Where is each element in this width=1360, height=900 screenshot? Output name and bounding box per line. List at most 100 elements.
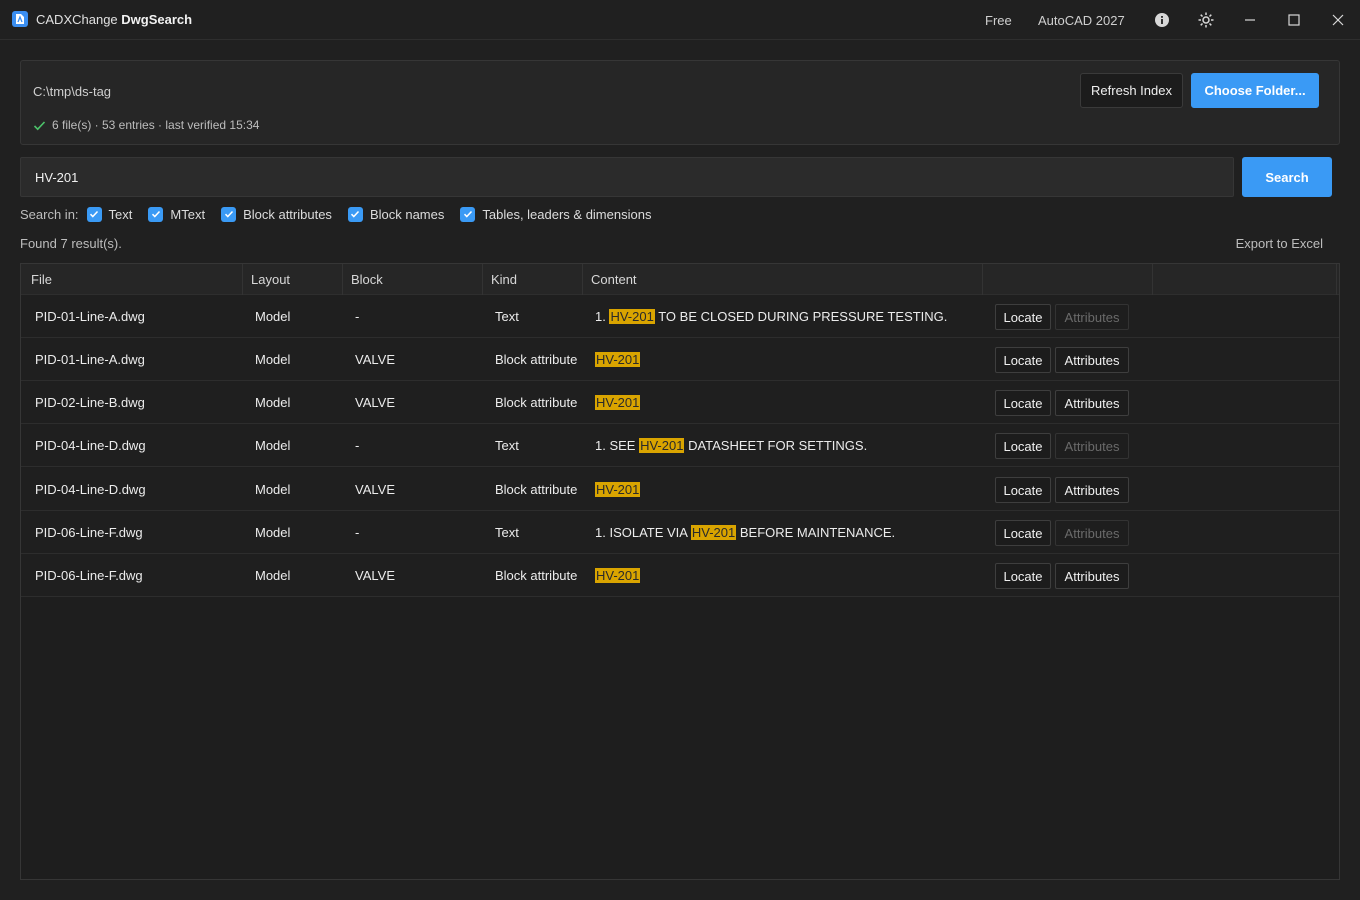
cell-kind: Block attribute xyxy=(495,395,578,410)
locate-button[interactable]: Locate xyxy=(995,477,1051,503)
export-to-excel-link[interactable]: Export to Excel xyxy=(1236,236,1323,251)
cell-block: VALVE xyxy=(355,568,395,583)
search-input[interactable] xyxy=(20,157,1234,197)
app-logo-icon xyxy=(12,11,28,27)
search-button[interactable]: Search xyxy=(1242,157,1332,197)
column-header-kind[interactable]: Kind xyxy=(483,264,583,295)
cell-kind: Block attribute xyxy=(495,568,578,583)
maximize-icon[interactable] xyxy=(1284,10,1304,30)
cell-content: 1. HV-201 TO BE CLOSED DURING PRESSURE T… xyxy=(595,295,947,338)
table-row[interactable]: PID-04-Line-D.dwg Model VALVE Block attribu… xyxy=(21,468,1339,511)
attributes-button[interactable]: Attributes xyxy=(1055,477,1129,503)
match-highlight: HV-201 xyxy=(639,438,685,453)
cell-block: - xyxy=(355,438,360,453)
search-in-label: Search in: xyxy=(20,206,79,222)
cell-content: HV-201 xyxy=(595,468,641,511)
cell-file: PID-04-Line-D.dwg xyxy=(35,438,146,453)
app-brand: CADXChange xyxy=(36,12,118,27)
app-product: DwgSearch xyxy=(121,12,193,27)
locate-button[interactable]: Locate xyxy=(995,390,1051,416)
folder-path: C:\tmp\ds-tag xyxy=(33,84,112,99)
attributes-button[interactable]: Attributes xyxy=(1055,347,1129,373)
checkbox-check-icon[interactable] xyxy=(347,206,363,222)
block-names-checkbox[interactable]: Block names xyxy=(347,206,445,222)
block-attributes-checkbox[interactable]: Block attributes xyxy=(221,206,332,222)
refresh-index-button[interactable]: Refresh Index xyxy=(1080,73,1183,108)
locate-button[interactable]: Locate xyxy=(995,520,1051,546)
checkbox-check-icon[interactable] xyxy=(86,206,102,222)
close-icon[interactable] xyxy=(1328,10,1348,30)
match-highlight: HV-201 xyxy=(690,525,737,540)
table-row[interactable]: PID-04-Line-D.dwg Model - Text 1. SEE HV-201… xyxy=(21,424,1339,467)
column-header-block[interactable]: Block xyxy=(343,264,483,295)
match-highlight: HV-201 xyxy=(595,568,641,583)
title-bar: CADXChange DwgSearch Free AutoCAD 2027 xyxy=(0,0,1360,40)
match-highlight: HV-201 xyxy=(595,482,641,497)
app-title: CADXChange DwgSearch xyxy=(36,12,192,27)
cell-file: PID-01-Line-A.dwg xyxy=(35,352,145,367)
cell-layout: Model xyxy=(255,438,291,453)
checkbox-check-icon[interactable] xyxy=(221,206,237,222)
checkbox-label: MText xyxy=(170,206,206,222)
mtext-checkbox[interactable]: MText xyxy=(148,206,206,222)
column-header-content[interactable]: Content xyxy=(583,264,983,295)
locate-button[interactable]: Locate xyxy=(995,563,1051,589)
check-icon xyxy=(33,120,46,130)
cell-kind: Block attribute xyxy=(495,352,578,367)
attributes-button[interactable]: Attributes xyxy=(1055,390,1129,416)
checkbox-check-icon[interactable] xyxy=(148,206,164,222)
cell-file: PID-04-Line-D.dwg xyxy=(35,482,146,497)
cell-kind: Block attribute xyxy=(495,482,578,497)
cell-layout: Model xyxy=(255,352,291,367)
match-highlight: HV-201 xyxy=(609,309,655,324)
locate-button[interactable]: Locate xyxy=(995,433,1051,459)
table-row[interactable]: PID-02-Line-B.dwg Model VALVE Block attribu… xyxy=(21,381,1339,424)
content-prefix: 1. ISOLATE VIA xyxy=(595,525,691,540)
attributes-button: Attributes xyxy=(1055,520,1129,546)
table-row[interactable]: PID-01-Line-A.dwg Model VALVE Block attribu… xyxy=(21,338,1339,381)
locate-button[interactable]: Locate xyxy=(995,304,1051,330)
content-suffix: TO BE CLOSED DURING PRESSURE TESTING. xyxy=(654,309,948,324)
content-prefix: 1. xyxy=(595,309,610,324)
column-header-actions xyxy=(983,264,1153,295)
table-row[interactable]: PID-01-Line-A.dwg Model - Text 1. HV-201 TO … xyxy=(21,295,1339,338)
choose-folder-button[interactable]: Choose Folder... xyxy=(1191,73,1319,108)
cell-content: HV-201 xyxy=(595,554,641,597)
cell-content: 1. ISOLATE VIA HV-201 BEFORE MAINTENANCE… xyxy=(595,511,895,554)
cell-file: PID-06-Line-F.dwg xyxy=(35,568,143,583)
match-highlight: HV-201 xyxy=(595,352,641,367)
cell-kind: Text xyxy=(495,438,519,453)
theme-icon[interactable] xyxy=(1196,10,1216,30)
text-checkbox[interactable]: Text xyxy=(86,206,132,222)
results-table: File Layout Block Kind Content PID-01-Li… xyxy=(20,263,1340,880)
locate-button[interactable]: Locate xyxy=(995,347,1051,373)
attributes-button[interactable]: Attributes xyxy=(1055,563,1129,589)
column-header-filler xyxy=(1153,264,1337,295)
checkbox-label: Block names xyxy=(369,206,445,222)
content-suffix: BEFORE MAINTENANCE. xyxy=(736,525,896,540)
index-status-text: 6 file(s) · 53 entries · last verified 1… xyxy=(52,118,260,132)
info-icon[interactable] xyxy=(1152,10,1172,30)
cell-file: PID-01-Line-A.dwg xyxy=(35,309,145,324)
cell-layout: Model xyxy=(255,309,291,324)
index-status: 6 file(s) · 53 entries · last verified 1… xyxy=(33,118,259,132)
tables-leaders-dimensions-checkbox[interactable]: Tables, leaders & dimensions xyxy=(460,206,651,222)
cell-kind: Text xyxy=(495,525,519,540)
table-row[interactable]: PID-06-Line-F.dwg Model - Text 1. ISOLATE VI… xyxy=(21,511,1339,554)
minimize-icon[interactable] xyxy=(1240,10,1260,30)
column-header-layout[interactable]: Layout xyxy=(243,264,343,295)
cell-kind: Text xyxy=(495,309,519,324)
search-scope: Search in: Text MText Block attributes B… xyxy=(20,204,667,224)
column-header-file[interactable]: File xyxy=(23,264,243,295)
attributes-button: Attributes xyxy=(1055,433,1129,459)
cell-block: VALVE xyxy=(355,395,395,410)
checkbox-label: Block attributes xyxy=(243,206,332,222)
match-highlight: HV-201 xyxy=(595,395,641,410)
cell-content: HV-201 xyxy=(595,338,641,381)
table-row[interactable]: PID-06-Line-F.dwg Model VALVE Block attribu… xyxy=(21,554,1339,597)
cell-file: PID-02-Line-B.dwg xyxy=(35,395,145,410)
cell-content: 1. SEE HV-201 DATASHEET FOR SETTINGS. xyxy=(595,424,867,467)
table-header: File Layout Block Kind Content xyxy=(21,264,1339,295)
cell-block: - xyxy=(355,525,360,540)
checkbox-check-icon[interactable] xyxy=(460,206,476,222)
